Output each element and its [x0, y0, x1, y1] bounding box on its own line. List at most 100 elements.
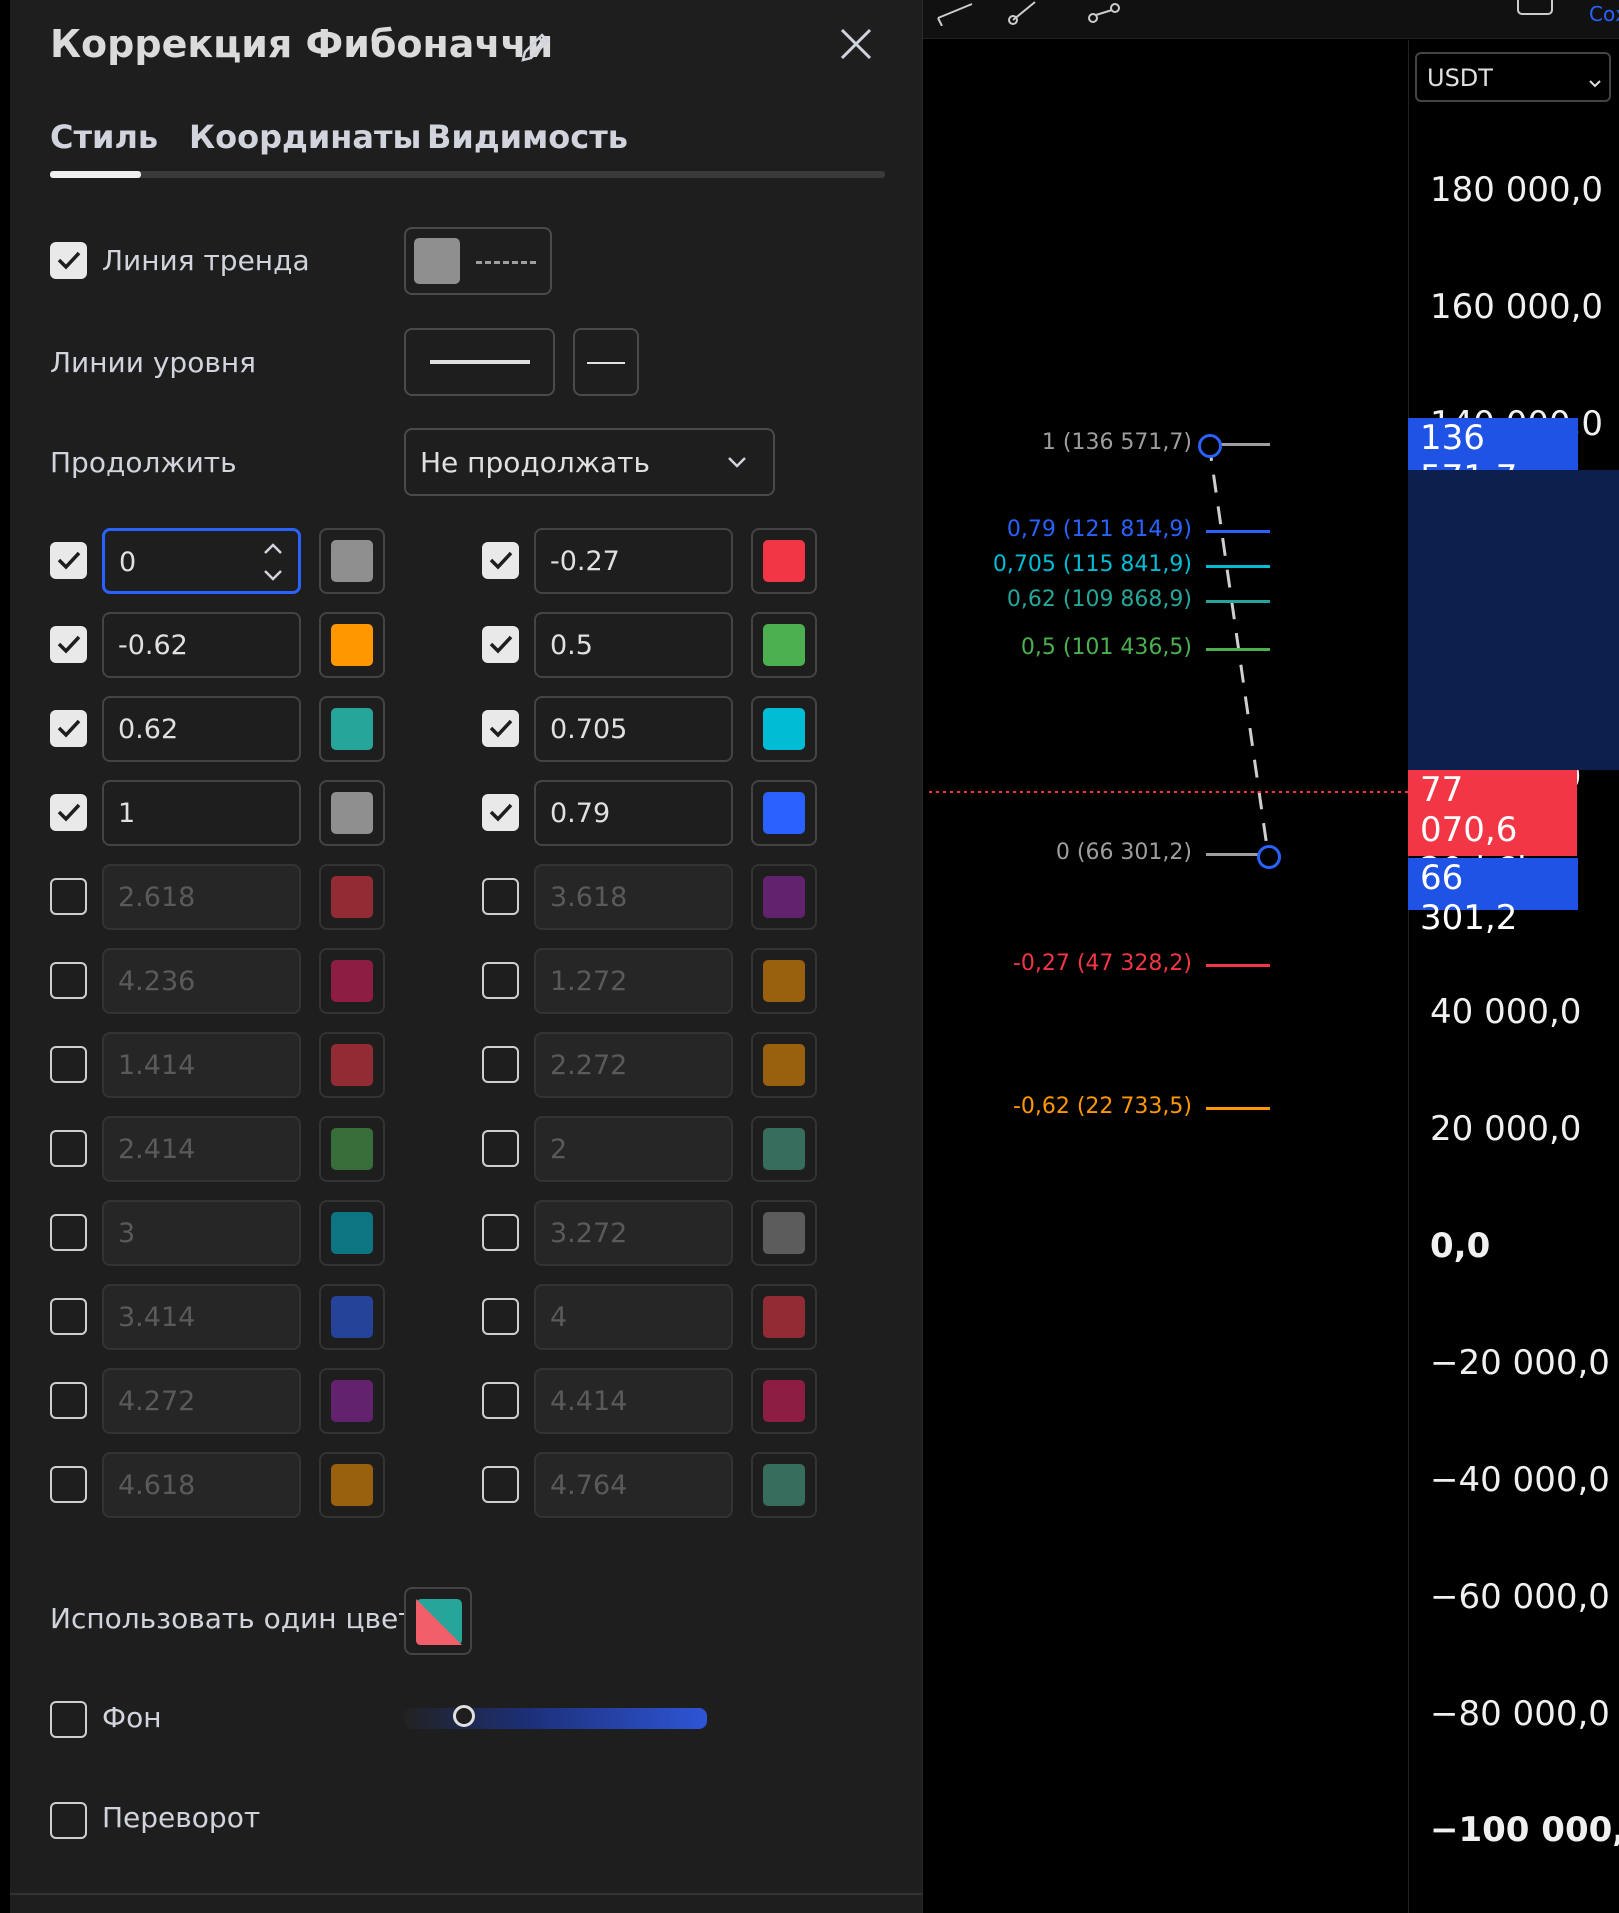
level-checkbox[interactable]	[482, 626, 519, 663]
level-color-button[interactable]	[319, 1032, 385, 1098]
level-value-input[interactable]: 3	[102, 1200, 301, 1266]
level-value-input[interactable]: 4.764	[534, 1452, 733, 1518]
level-checkbox[interactable]	[50, 878, 87, 915]
level-value-input[interactable]: 0.62	[102, 696, 301, 762]
fib-level-line[interactable]	[1206, 565, 1270, 568]
level-value-input[interactable]: -0.27	[534, 528, 733, 594]
level-color-button[interactable]	[319, 1284, 385, 1350]
level-checkbox[interactable]	[50, 710, 87, 747]
level-line-width-button[interactable]	[404, 328, 555, 396]
level-color-button[interactable]	[751, 1032, 817, 1098]
level-value-input[interactable]: 4	[534, 1284, 733, 1350]
level-value-input[interactable]: 1.414	[102, 1032, 301, 1098]
level-line-style-button[interactable]	[573, 328, 639, 396]
fib-level-line[interactable]	[1206, 600, 1270, 603]
level-color-button[interactable]	[751, 528, 817, 594]
level-color-button[interactable]	[751, 864, 817, 930]
pencil-icon[interactable]	[517, 30, 553, 70]
level-value-input[interactable]: 3.414	[102, 1284, 301, 1350]
level-value-input[interactable]: 0.705	[534, 696, 733, 762]
level-color-button[interactable]	[319, 1452, 385, 1518]
level-color-button[interactable]	[751, 948, 817, 1014]
level-color-button[interactable]	[751, 612, 817, 678]
stepper-icon[interactable]	[261, 539, 285, 592]
level-color-button[interactable]	[751, 696, 817, 762]
level-checkbox[interactable]	[50, 542, 87, 579]
level-value-input[interactable]: 2	[534, 1116, 733, 1182]
level-checkbox[interactable]	[482, 1382, 519, 1419]
level-color-button[interactable]	[319, 948, 385, 1014]
tab-coordinates[interactable]: Координаты	[189, 118, 421, 156]
fib-anchor-top-icon[interactable]	[1198, 434, 1222, 458]
tab-visibility[interactable]: Видимость	[427, 118, 628, 156]
level-value-input[interactable]: 1.272	[534, 948, 733, 1014]
trend-line-style-button[interactable]	[404, 227, 552, 295]
opacity-slider-handle[interactable]	[453, 1705, 475, 1727]
level-value-input[interactable]: 4.618	[102, 1452, 301, 1518]
level-checkbox[interactable]	[50, 1466, 87, 1503]
extend-select[interactable]: Не продолжать	[404, 428, 775, 496]
level-value-input[interactable]: 0	[102, 528, 301, 594]
level-checkbox[interactable]	[482, 1214, 519, 1251]
level-checkbox[interactable]	[482, 1130, 519, 1167]
tab-style[interactable]: Стиль	[50, 118, 158, 156]
level-checkbox[interactable]	[50, 962, 87, 999]
level-color-button[interactable]	[319, 1116, 385, 1182]
fib-level-line[interactable]	[1206, 530, 1270, 533]
level-color-button[interactable]	[751, 1452, 817, 1518]
level-value-input[interactable]: 4.236	[102, 948, 301, 1014]
level-checkbox[interactable]	[50, 1046, 87, 1083]
level-checkbox[interactable]	[50, 794, 87, 831]
level-color-button[interactable]	[319, 1200, 385, 1266]
level-checkbox[interactable]	[50, 1130, 87, 1167]
fib-level-line[interactable]	[1216, 443, 1270, 446]
level-checkbox[interactable]	[482, 962, 519, 999]
opacity-slider[interactable]	[404, 1708, 707, 1729]
level-checkbox[interactable]	[50, 1382, 87, 1419]
level-checkbox[interactable]	[50, 626, 87, 663]
level-checkbox[interactable]	[482, 1046, 519, 1083]
level-checkbox[interactable]	[482, 542, 519, 579]
level-checkbox[interactable]	[50, 1298, 87, 1335]
level-color-button[interactable]	[751, 1368, 817, 1434]
level-color-button[interactable]	[319, 1368, 385, 1434]
level-value-input[interactable]: 2.618	[102, 864, 301, 930]
level-checkbox[interactable]	[482, 878, 519, 915]
currency-select[interactable]: USDT	[1415, 52, 1611, 102]
close-icon[interactable]	[838, 26, 874, 66]
level-color-button[interactable]	[751, 1116, 817, 1182]
level-value-input[interactable]: 0.5	[534, 612, 733, 678]
level-checkbox[interactable]	[482, 1466, 519, 1503]
background-checkbox[interactable]	[50, 1701, 87, 1738]
level-value-input[interactable]: 1	[102, 780, 301, 846]
level-checkbox[interactable]	[482, 1298, 519, 1335]
fib-level-line[interactable]	[1206, 964, 1270, 967]
color-swatch	[763, 624, 805, 666]
level-value-input[interactable]: 3.272	[534, 1200, 733, 1266]
level-value-input[interactable]: 2.272	[534, 1032, 733, 1098]
level-value-input[interactable]: -0.62	[102, 612, 301, 678]
fib-anchor-bottom-icon[interactable]	[1257, 845, 1281, 869]
fib-level-line[interactable]	[1206, 648, 1270, 651]
level-value-input[interactable]: 4.414	[534, 1368, 733, 1434]
level-color-button[interactable]	[319, 780, 385, 846]
reverse-checkbox[interactable]	[50, 1802, 87, 1839]
color-swatch	[763, 1212, 805, 1254]
one-color-button[interactable]	[404, 1587, 472, 1655]
level-color-button[interactable]	[319, 696, 385, 762]
level-checkbox[interactable]	[482, 710, 519, 747]
level-color-button[interactable]	[751, 780, 817, 846]
level-color-button[interactable]	[751, 1200, 817, 1266]
level-value-input[interactable]: 2.414	[102, 1116, 301, 1182]
level-color-button[interactable]	[319, 612, 385, 678]
fib-level-line[interactable]	[1206, 1107, 1270, 1110]
level-checkbox[interactable]	[482, 794, 519, 831]
trend-line-checkbox[interactable]	[50, 242, 87, 279]
level-color-button[interactable]	[319, 528, 385, 594]
level-value-input[interactable]: 3.618	[534, 864, 733, 930]
level-value-input[interactable]: 0.79	[534, 780, 733, 846]
level-color-button[interactable]	[751, 1284, 817, 1350]
level-color-button[interactable]	[319, 864, 385, 930]
level-value-input[interactable]: 4.272	[102, 1368, 301, 1434]
level-checkbox[interactable]	[50, 1214, 87, 1251]
